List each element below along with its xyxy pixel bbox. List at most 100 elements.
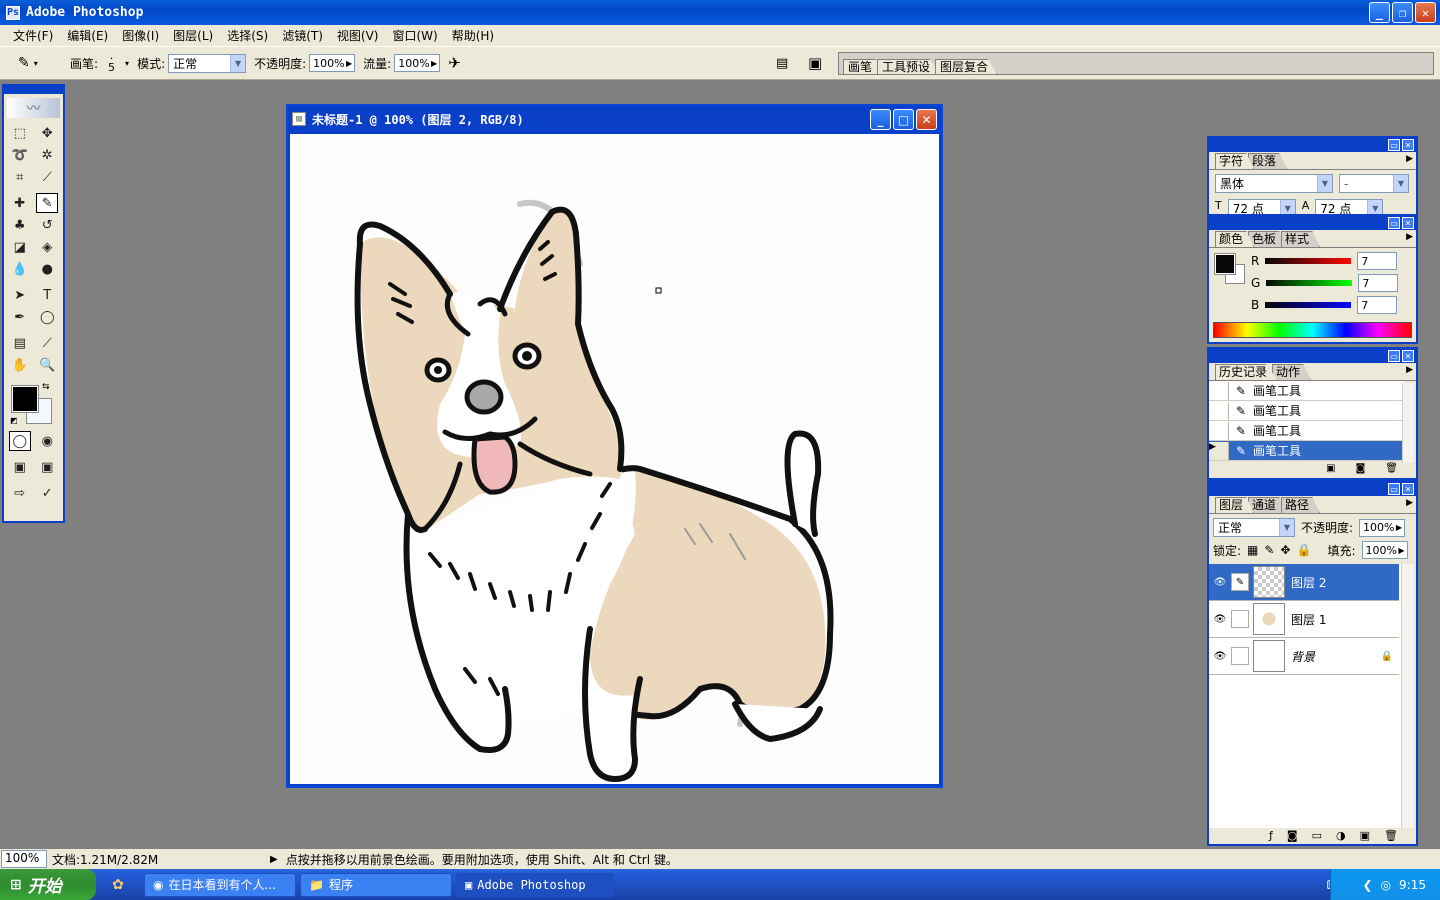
doc-minimize-button[interactable]: _ [870, 109, 891, 130]
delete-layer-icon[interactable]: 🗑 [1384, 829, 1398, 842]
palette-tab-layer-comps[interactable]: 图层复合 [935, 59, 998, 74]
eraser-tool-icon[interactable]: ◪ [9, 237, 31, 257]
tab-paths[interactable]: 路径 [1281, 497, 1321, 513]
type-tool-icon[interactable]: T [36, 285, 58, 305]
panel-menu-icon[interactable]: ▶ [1406, 365, 1413, 375]
blue-input[interactable]: 7 [1357, 296, 1398, 314]
history-item[interactable]: ▶ ✎ 画笔工具 [1209, 441, 1404, 461]
doc-maximize-button[interactable]: □ [893, 109, 914, 130]
history-scrollbar[interactable] [1402, 383, 1414, 463]
move-tool-icon[interactable]: ✥ [36, 123, 58, 143]
blue-slider[interactable] [1265, 302, 1352, 308]
visibility-eye-icon[interactable]: 👁 [1209, 577, 1231, 588]
panel-menu-icon[interactable]: ▶ [1406, 154, 1413, 164]
mode-select[interactable]: 正常 ▼ [168, 53, 247, 73]
menu-filter[interactable]: 滤镜(T) [275, 27, 330, 44]
menu-help[interactable]: 帮助(H) [445, 27, 501, 44]
blend-mode-select[interactable]: 正常 ▼ [1213, 518, 1295, 537]
new-snapshot-icon[interactable]: ◙ [1356, 463, 1366, 474]
menu-select[interactable]: 选择(S) [220, 27, 275, 44]
crop-tool-icon[interactable]: ⌗ [9, 167, 31, 187]
jump-to-imageready-icon[interactable]: ⇨ [9, 483, 31, 503]
font-family-select[interactable]: 黑体 ▼ [1215, 174, 1333, 193]
layer-row-background[interactable]: 👁 背景 🔒 [1209, 638, 1399, 675]
task-photoshop[interactable]: ▣ Adobe Photoshop [456, 872, 614, 897]
layer-link-box[interactable] [1231, 610, 1249, 628]
network-icon[interactable]: ◎ [1381, 878, 1391, 892]
magic-wand-icon[interactable]: ✲ [36, 145, 58, 165]
document-titlebar[interactable]: ▤ 未标题-1 @ 100% (图层 2, RGB/8) [288, 106, 941, 132]
history-item[interactable]: ✎ 画笔工具 [1209, 421, 1404, 441]
palette-toggle-icon[interactable]: ▣ [808, 54, 822, 72]
tab-history[interactable]: 历史记录 [1215, 364, 1279, 380]
close-button[interactable]: ✕ [1415, 2, 1436, 23]
visibility-eye-icon[interactable]: 👁 [1209, 651, 1231, 662]
menu-layer[interactable]: 图层(L) [166, 27, 220, 44]
brush-picker[interactable]: 画笔: · 5 ▾ [70, 53, 129, 73]
feather-logo-icon[interactable]: 〰 [7, 98, 60, 118]
panel-minimize-icon[interactable]: ▭ [1388, 483, 1400, 495]
screen-mode-2-icon[interactable]: ▣ [36, 457, 58, 477]
lock-transparency-icon[interactable]: ▦ [1247, 543, 1258, 557]
path-select-icon[interactable]: ➤ [9, 285, 31, 305]
healing-brush-icon[interactable]: ✚ [9, 193, 31, 213]
new-layer-icon[interactable]: ▣ [1360, 829, 1370, 842]
screen-mode-1-icon[interactable]: ▣ [9, 457, 31, 477]
swap-colors-icon[interactable]: ⇆ [42, 382, 50, 392]
adjustment-layer-icon[interactable]: ◑ [1336, 829, 1346, 842]
palette-tab-brushes[interactable]: 画笔 [843, 59, 882, 74]
panel-menu-icon[interactable]: ▶ [1406, 498, 1413, 508]
doc-close-button[interactable]: ✕ [916, 109, 937, 130]
red-input[interactable]: 7 [1357, 252, 1398, 270]
new-document-from-state-icon[interactable]: ▣ [1326, 463, 1335, 474]
tab-styles[interactable]: 样式 [1281, 231, 1321, 247]
history-brush-icon[interactable]: ↺ [36, 215, 58, 235]
menu-view[interactable]: 视图(V) [330, 27, 386, 44]
lock-position-icon[interactable]: ✥ [1280, 543, 1290, 557]
tab-actions[interactable]: 动作 [1272, 364, 1312, 380]
blur-tool-icon[interactable]: 💧 [9, 259, 31, 279]
color-spectrum-bar[interactable] [1213, 322, 1412, 338]
green-slider[interactable] [1266, 280, 1353, 286]
history-item[interactable]: ✎ 画笔工具 [1209, 381, 1404, 401]
menu-edit[interactable]: 编辑(E) [60, 27, 115, 44]
opacity-input[interactable]: 100% ▶ [309, 54, 356, 72]
zoom-field[interactable]: 100% [1, 850, 47, 868]
lasso-tool-icon[interactable]: ➰ [9, 145, 31, 165]
add-mask-icon[interactable]: ◙ [1287, 829, 1298, 842]
color-fg-swatch[interactable] [1214, 253, 1236, 275]
slice-tool-icon[interactable]: ⟋ [36, 167, 58, 187]
layer-row-layer-2[interactable]: 👁 ✎ 图层 2 [1209, 564, 1399, 601]
menu-file[interactable]: 文件(F) [6, 27, 60, 44]
flow-input[interactable]: 100% ▶ [394, 54, 441, 72]
panel-menu-icon[interactable]: ▶ [1406, 232, 1413, 242]
panel-close-icon[interactable]: ✕ [1402, 217, 1414, 229]
tray-arrow-icon[interactable]: ❮ [1363, 878, 1373, 892]
quick-launch-icon[interactable]: ✿ [112, 877, 124, 893]
restore-button[interactable]: ❐ [1392, 2, 1413, 23]
airbrush-icon[interactable]: ✈ [448, 54, 461, 72]
clone-stamp-icon[interactable]: ♣ [9, 215, 31, 235]
history-item[interactable]: ✎ 画笔工具 [1209, 401, 1404, 421]
zoom-tool-icon[interactable]: 🔍 [36, 355, 58, 375]
visibility-eye-icon[interactable]: 👁 [1209, 614, 1231, 625]
foreground-color-swatch[interactable] [11, 385, 39, 413]
quickmask-mode-icon[interactable]: ◉ [36, 431, 58, 451]
layer-opacity-input[interactable]: 100% ▶ [1359, 518, 1406, 537]
ellipse-tool-icon[interactable]: ◯ [36, 307, 58, 327]
panel-close-icon[interactable]: ✕ [1402, 483, 1414, 495]
status-menu-arrow-icon[interactable]: ▶ [270, 854, 278, 865]
notes-tool-icon[interactable]: ▤ [9, 333, 31, 353]
palette-tab-tool-presets[interactable]: 工具预设 [877, 59, 940, 74]
panel-minimize-icon[interactable]: ▭ [1388, 217, 1400, 229]
tool-preset-picker[interactable]: ✎ ▾ [18, 55, 54, 71]
tab-paragraph[interactable]: 段落 [1248, 153, 1288, 169]
green-input[interactable]: 7 [1358, 274, 1399, 292]
dodge-tool-icon[interactable]: ● [36, 259, 58, 279]
panel-close-icon[interactable]: ✕ [1402, 139, 1414, 151]
paint-bucket-icon[interactable]: ◈ [36, 237, 58, 257]
layer-row-layer-1[interactable]: 👁 图层 1 [1209, 601, 1399, 638]
task-folder[interactable]: 📁 程序 [300, 872, 452, 897]
menu-window[interactable]: 窗口(W) [385, 27, 444, 44]
hand-tool-icon[interactable]: ✋ [9, 355, 31, 375]
